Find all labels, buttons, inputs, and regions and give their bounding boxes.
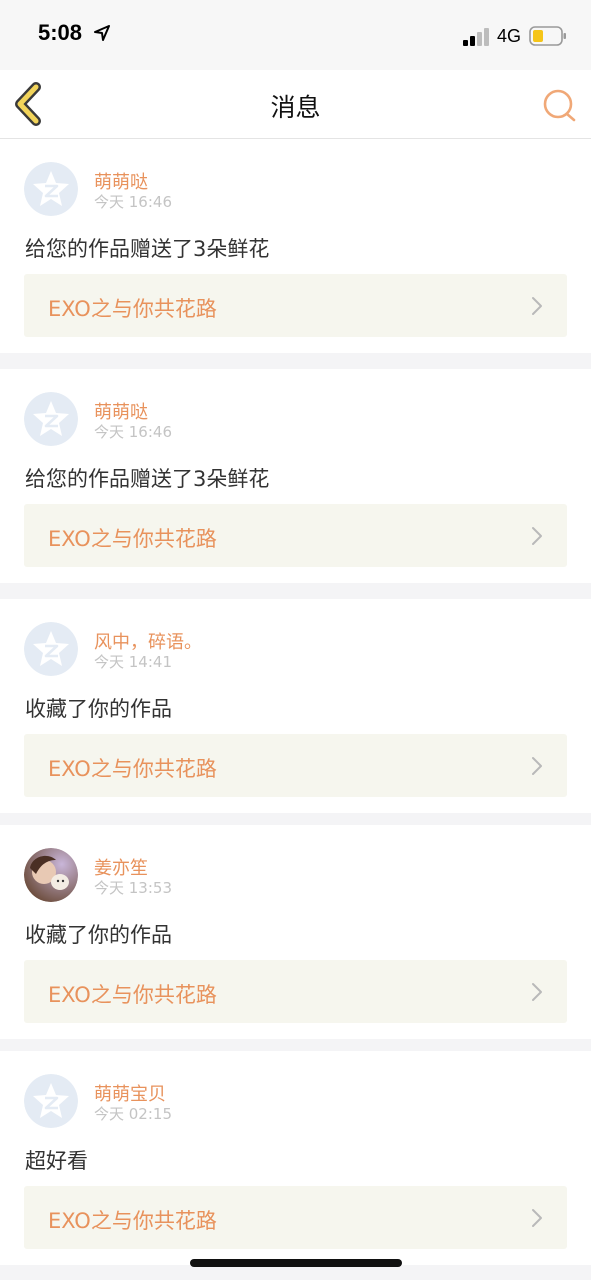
work-title: EXO之与你共花路 bbox=[48, 757, 217, 781]
photo-avatar bbox=[24, 848, 78, 902]
message-text: 收藏了你的作品 bbox=[25, 923, 172, 947]
status-time: 5:08 bbox=[38, 20, 83, 45]
message-text: 给您的作品赠送了3朵鲜花 bbox=[25, 237, 270, 261]
work-title: EXO之与你共花路 bbox=[48, 297, 217, 321]
message-card: 萌萌哒 今天 16:46 给您的作品赠送了3朵鲜花 EXO之与你共花路 bbox=[0, 139, 591, 353]
message-time: 今天 16:46 bbox=[94, 423, 172, 441]
message-text: 给您的作品赠送了3朵鲜花 bbox=[25, 467, 270, 491]
message-text: 收藏了你的作品 bbox=[25, 697, 172, 721]
battery-icon bbox=[529, 26, 566, 46]
avatar[interactable] bbox=[24, 162, 78, 216]
default-avatar-icon bbox=[24, 392, 78, 446]
signal-icon bbox=[463, 28, 489, 46]
message-text: 超好看 bbox=[25, 1149, 88, 1173]
message-time: 今天 16:46 bbox=[94, 193, 172, 211]
chevron-right-icon bbox=[532, 1209, 542, 1227]
work-title: EXO之与你共花路 bbox=[48, 983, 217, 1007]
network-label: 4G bbox=[497, 26, 522, 46]
chevron-right-icon bbox=[532, 297, 542, 315]
avatar[interactable] bbox=[24, 1074, 78, 1128]
message-card: 萌萌哒 今天 16:46 给您的作品赠送了3朵鲜花 EXO之与你共花路 bbox=[0, 369, 591, 583]
avatar[interactable] bbox=[24, 622, 78, 676]
work-link[interactable]: EXO之与你共花路 bbox=[24, 1186, 567, 1249]
default-avatar-icon bbox=[24, 622, 78, 676]
search-button[interactable] bbox=[540, 86, 580, 126]
work-link[interactable]: EXO之与你共花路 bbox=[24, 960, 567, 1023]
chevron-right-icon bbox=[532, 757, 542, 775]
message-time: 今天 14:41 bbox=[94, 653, 172, 671]
message-time: 今天 13:53 bbox=[94, 879, 172, 897]
message-card: 萌萌宝贝 今天 02:15 超好看 EXO之与你共花路 bbox=[0, 1051, 591, 1265]
work-link[interactable]: EXO之与你共花路 bbox=[24, 274, 567, 337]
work-title: EXO之与你共花路 bbox=[48, 1209, 217, 1233]
search-icon bbox=[543, 89, 576, 122]
avatar[interactable] bbox=[24, 392, 78, 446]
nav-bar: 消息 bbox=[0, 70, 591, 139]
default-avatar-icon bbox=[24, 162, 78, 216]
work-link[interactable]: EXO之与你共花路 bbox=[24, 504, 567, 567]
work-link[interactable]: EXO之与你共花路 bbox=[24, 734, 567, 797]
home-indicator bbox=[190, 1259, 402, 1267]
work-title: EXO之与你共花路 bbox=[48, 527, 217, 551]
message-card: 风中，碎语。 今天 14:41 收藏了你的作品 EXO之与你共花路 bbox=[0, 599, 591, 813]
chevron-right-icon bbox=[532, 983, 542, 1001]
message-card: 姜亦笙 今天 13:53 收藏了你的作品 EXO之与你共花路 bbox=[0, 825, 591, 1039]
page-title: 消息 bbox=[270, 93, 321, 122]
status-bar: 5:08 4G bbox=[0, 0, 591, 70]
location-arrow-icon bbox=[94, 25, 110, 41]
chevron-right-icon bbox=[532, 527, 542, 545]
avatar[interactable] bbox=[24, 848, 78, 902]
default-avatar-icon bbox=[24, 1074, 78, 1128]
message-time: 今天 02:15 bbox=[94, 1105, 172, 1123]
